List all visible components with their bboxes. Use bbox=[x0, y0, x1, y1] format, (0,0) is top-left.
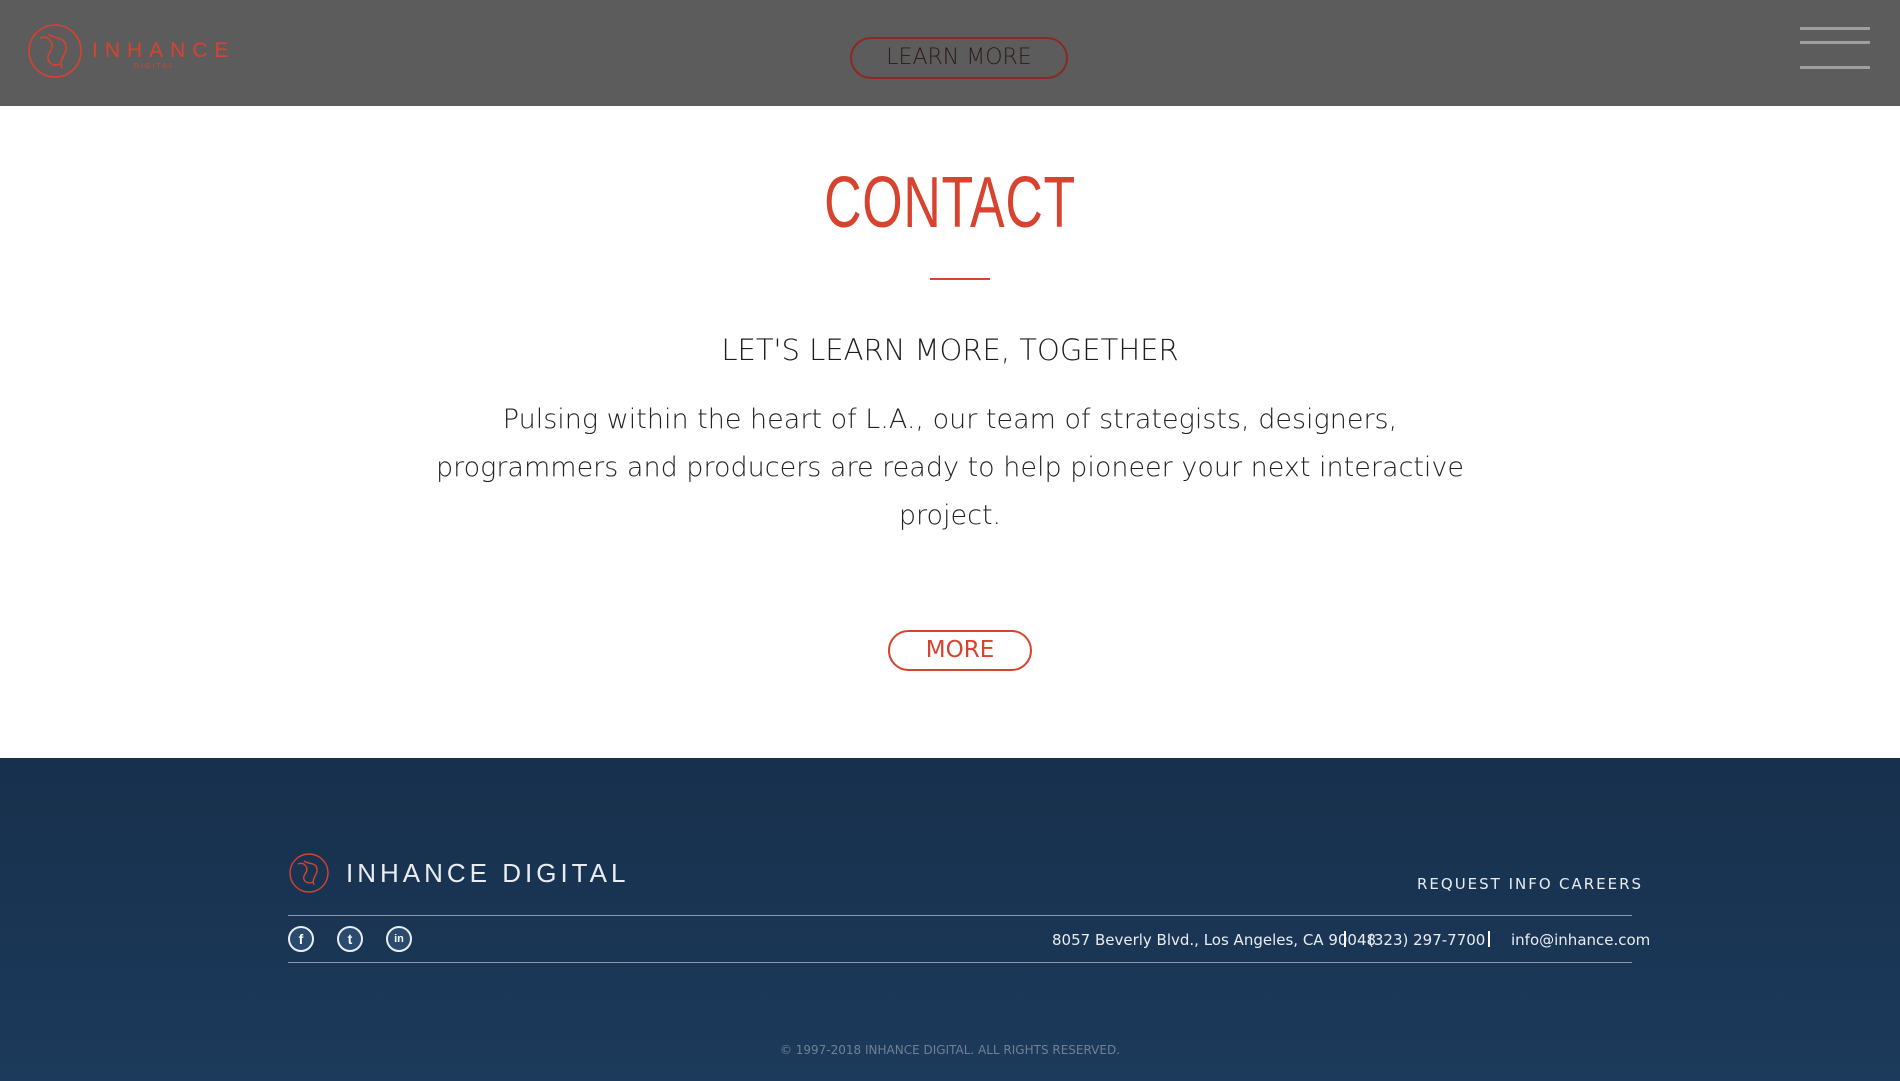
footer-address: 8057 Beverly Blvd., Los Angeles, CA 9004… bbox=[1052, 931, 1377, 949]
linkedin-icon[interactable]: in bbox=[386, 926, 412, 952]
hamburger-line bbox=[1800, 66, 1870, 69]
footer-separator bbox=[1488, 931, 1490, 947]
hamburger-menu-icon[interactable] bbox=[1800, 26, 1870, 72]
footer-logo-icon[interactable] bbox=[288, 852, 330, 894]
learn-more-button[interactable]: LEARN MORE bbox=[850, 37, 1068, 79]
section-title: CONTACT bbox=[824, 163, 1076, 243]
section-heading: LET'S LEARN MORE, TOGETHER bbox=[721, 333, 1179, 367]
section-description: Pulsing within the heart of L.A., our te… bbox=[435, 404, 1465, 531]
facebook-icon[interactable]: f bbox=[288, 926, 314, 952]
footer bbox=[0, 758, 1900, 1081]
twitter-icon[interactable]: t bbox=[337, 926, 363, 952]
footer-email[interactable]: info@inhance.com bbox=[1511, 930, 1650, 950]
footer-divider bbox=[288, 915, 1632, 916]
footer-brand[interactable]: INHANCE DIGITAL bbox=[346, 858, 629, 888]
hamburger-line bbox=[1800, 27, 1870, 30]
logo-subtext: DIGITAL bbox=[134, 63, 175, 70]
footer-divider bbox=[288, 962, 1632, 963]
footer-separator bbox=[1344, 931, 1346, 947]
top-navigation-bar: INHANCE DIGITAL LEARN MORE bbox=[0, 0, 1900, 106]
inhance-logo-icon[interactable] bbox=[26, 22, 84, 80]
footer-phone[interactable]: (323) 297-7700 bbox=[1368, 930, 1485, 950]
copyright-text: © 1997-2018 INHANCE DIGITAL. ALL RIGHTS … bbox=[779, 1043, 1121, 1057]
request-info-link[interactable]: REQUEST INFO bbox=[1417, 874, 1553, 894]
careers-link[interactable]: CAREERS bbox=[1559, 874, 1643, 894]
more-button[interactable]: MORE bbox=[888, 630, 1032, 671]
logo-wordmark[interactable]: INHANCE bbox=[92, 40, 236, 62]
title-divider bbox=[930, 278, 990, 280]
hamburger-line bbox=[1800, 41, 1870, 44]
